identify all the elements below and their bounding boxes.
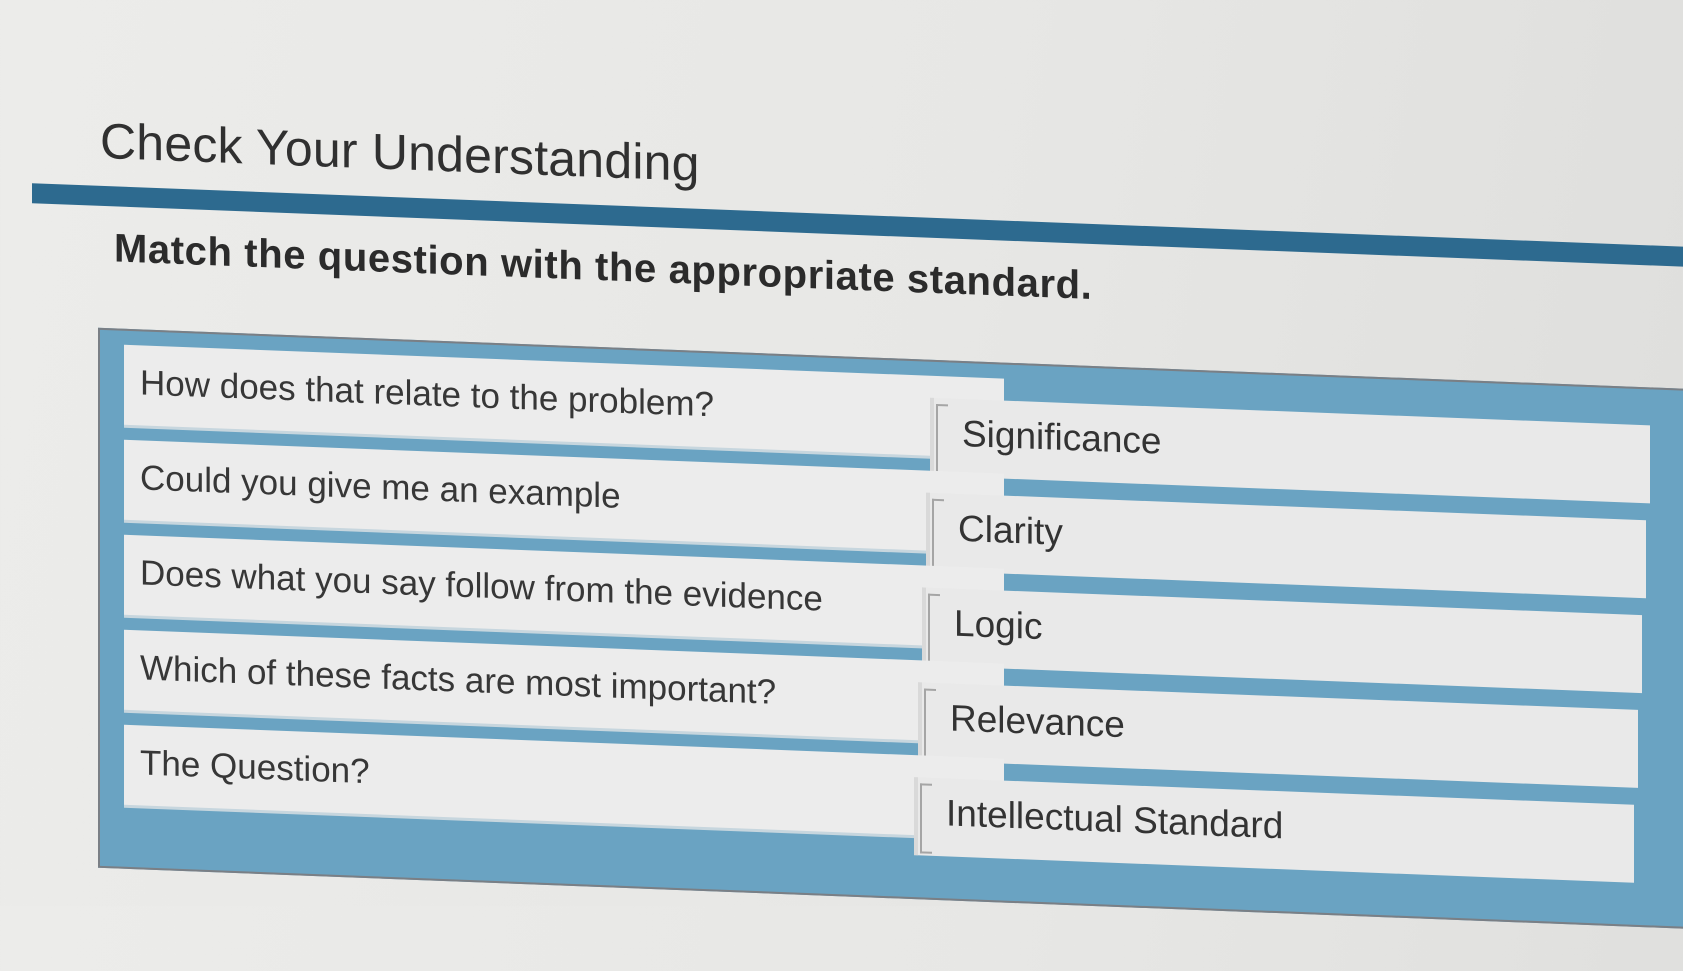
answer-label: Clarity bbox=[958, 507, 1063, 553]
instruction-text: Match the question with the appropriate … bbox=[114, 226, 1093, 308]
answer-label: Significance bbox=[962, 412, 1162, 462]
answer-label: Relevance bbox=[950, 697, 1125, 746]
answer-label: Logic bbox=[954, 602, 1043, 648]
answer-drag-tile[interactable]: Intellectual Standard bbox=[914, 777, 1634, 883]
page: Check Your Understanding Match the quest… bbox=[0, 0, 1683, 971]
answer-label: Intellectual Standard bbox=[946, 792, 1284, 847]
question-item: How does that relate to the problem? bbox=[124, 344, 1004, 459]
page-title: Check Your Understanding bbox=[100, 112, 700, 192]
matching-panel: How does that relate to the problem? Sig… bbox=[98, 327, 1683, 930]
